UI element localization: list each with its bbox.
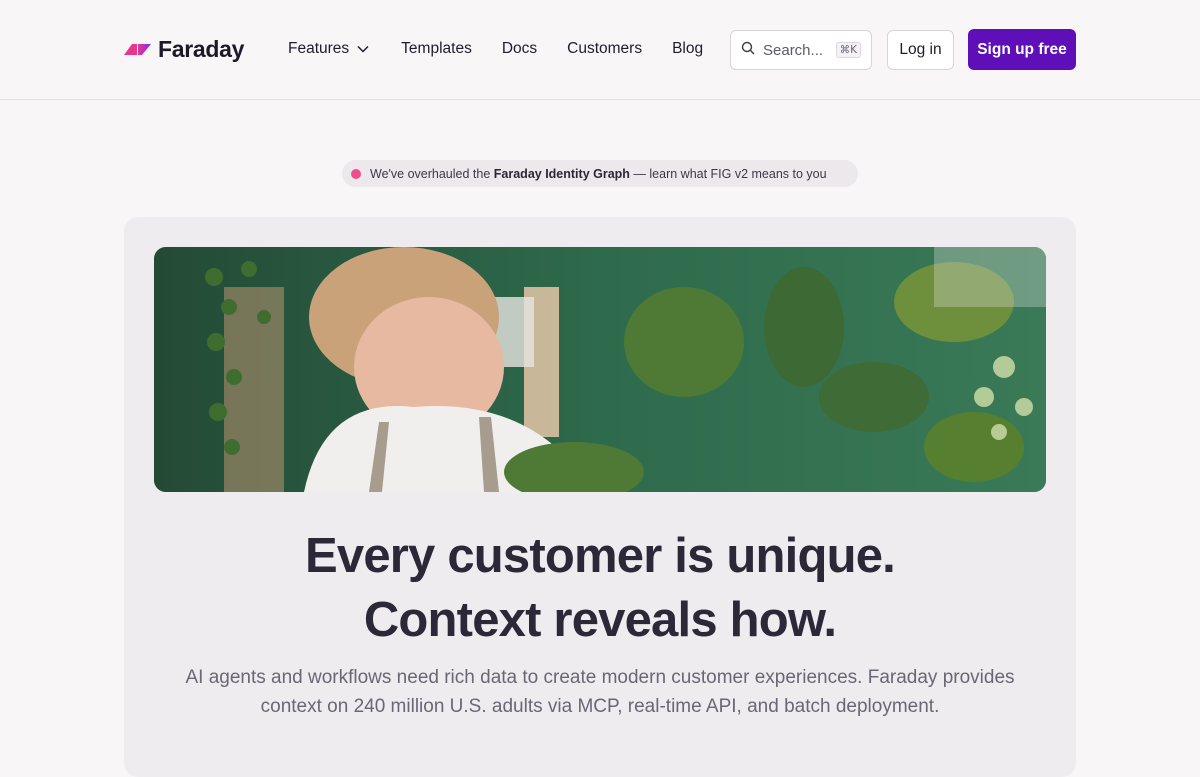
hero-headline: Every customer is unique. Context reveal… (124, 524, 1076, 652)
login-button[interactable]: Log in (887, 30, 954, 70)
chevron-down-icon (357, 40, 369, 58)
signup-button[interactable]: Sign up free (968, 29, 1076, 70)
hero-headline-line2: Context reveals how. (363, 593, 837, 647)
hero-subtext: AI agents and workflows need rich data t… (185, 667, 1015, 717)
announcement-suffix: — learn what FIG v2 means to you (633, 166, 827, 181)
announcement-banner[interactable]: We've overhauled the Faraday Identity Gr… (342, 160, 858, 187)
nav-templates[interactable]: Templates (401, 40, 472, 58)
nav-features[interactable]: Features (288, 40, 369, 58)
nav-features-label: Features (288, 40, 350, 57)
announcement-text: We've overhauled the Faraday Identity Gr… (370, 167, 827, 181)
search-button[interactable]: Search... ⌘K (730, 30, 872, 70)
announcement-highlight: Faraday Identity Graph (493, 166, 630, 181)
logo[interactable]: Faraday (124, 34, 244, 64)
nav-docs[interactable]: Docs (502, 40, 537, 58)
announcement-prefix: We've overhauled the (370, 166, 491, 181)
faraday-logo-icon (124, 42, 152, 56)
search-icon (741, 41, 755, 59)
hero-headline-line1: Every customer is unique. (305, 529, 896, 583)
nav-blog[interactable]: Blog (672, 40, 703, 58)
search-shortcut: ⌘K (835, 42, 861, 58)
logo-text: Faraday (158, 35, 245, 62)
site-header: Faraday Features Templates Docs Customer… (0, 0, 1200, 100)
search-placeholder: Search... (763, 41, 824, 59)
nav-customers[interactable]: Customers (567, 40, 642, 58)
announcement-dot (351, 168, 361, 179)
hero-image (154, 247, 1046, 492)
main-nav: Features Templates Docs Customers Blog (288, 38, 703, 60)
